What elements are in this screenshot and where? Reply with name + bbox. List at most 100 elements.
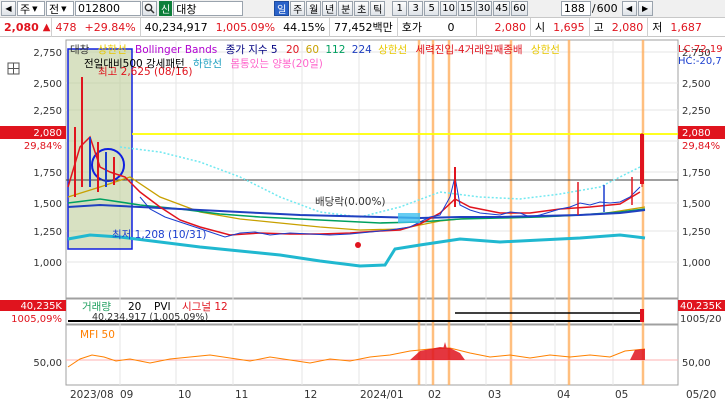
legend-item-upper-limit-2[interactable]: 상한선 <box>378 44 407 56</box>
open-price: 1,695 <box>553 20 585 34</box>
trade-amount: 77,452백만 <box>329 17 397 37</box>
interval-5-button[interactable]: 5 <box>424 1 440 16</box>
arrow-up-icon: ▲ <box>42 21 51 33</box>
indicator-legend-line2: 전일대비500 강세패턴 하한선 몸통있는 양봉(20일) <box>84 56 328 71</box>
legend-item-ma224[interactable]: 224 <box>352 44 372 56</box>
dividend-annotation: 배당락(0.00%) <box>315 196 386 208</box>
period-tab-second[interactable]: 초 <box>354 1 370 16</box>
turnover-ratio: 44.15% <box>283 20 326 34</box>
legend-item-lower-limit[interactable]: 하한선 <box>193 58 222 70</box>
price-panel-frame <box>65 39 679 299</box>
period-tab-tick[interactable]: 틱 <box>370 1 386 16</box>
hoga-price: 2,080 <box>476 17 530 37</box>
period-tab-day[interactable]: 일 <box>274 1 290 16</box>
legend-item-upper-limit[interactable]: 상한선 <box>98 44 127 56</box>
right-current-pct: 29,84% <box>682 141 720 152</box>
change-percent: +29.84% <box>84 20 136 34</box>
mfi-right-tick: 50,00 <box>682 358 711 369</box>
price-chart-svg[interactable]: 2,750 2,500 2,250 1,750 1,500 1,250 1,00… <box>0 37 725 405</box>
x-label: 02 <box>428 389 441 401</box>
back-arrow-button[interactable]: ◀ <box>1 1 16 16</box>
tick-label: 2,500 <box>682 79 711 90</box>
tick-label: 2,250 <box>33 106 62 117</box>
x-label: 11 <box>235 389 248 401</box>
search-button[interactable] <box>142 1 157 16</box>
stock-code-value: 012800 <box>78 2 120 15</box>
x-label: 12 <box>304 389 317 401</box>
interval-1-button[interactable]: 1 <box>392 1 408 16</box>
toolbar: ◀ 주 ▼ 전 ▼ 012800 신 대창 일 주 월 년 분 초 틱 1 3 … <box>0 0 725 18</box>
x-label: 2024/01 <box>360 389 404 401</box>
legend-item-ma60[interactable]: 60 <box>306 44 319 56</box>
stock-name-value: 대창 <box>176 2 197 16</box>
x-label: 05 <box>615 389 628 401</box>
market-select[interactable]: 전 ▼ <box>46 1 74 16</box>
total-count: 600 <box>596 2 618 15</box>
signal-label: 시그널 12 <box>182 301 228 313</box>
right-current-price: 2,080 <box>682 128 711 139</box>
left-current-pct: 29,84% <box>24 141 62 152</box>
interval-45-button[interactable]: 45 <box>493 1 511 16</box>
tick-label: 2,250 <box>682 106 711 117</box>
nav-right-button[interactable]: ▶ <box>637 1 653 16</box>
period-tab-month[interactable]: 월 <box>306 1 322 16</box>
display-count-input[interactable]: 188 <box>560 1 591 16</box>
period-mode-select[interactable]: 주 ▼ <box>17 1 45 16</box>
market-value: 전 <box>49 2 60 16</box>
nav-left-button[interactable]: ◀ <box>621 1 637 16</box>
interval-15-button[interactable]: 15 <box>457 1 475 16</box>
stock-code-input[interactable]: 012800 <box>75 1 141 16</box>
right-volume-value: 40,235K <box>680 301 722 312</box>
tick-label: 1,750 <box>33 168 62 179</box>
x-label: 10 <box>178 389 191 401</box>
tick-label: 1,250 <box>33 227 62 238</box>
legend-item-upper-limit-3[interactable]: 상한선 <box>531 44 560 56</box>
x-axis-labels: 2023/08 09 10 11 12 2024/01 02 03 04 05 … <box>70 389 716 401</box>
left-volume-pct: 1005,09% <box>11 314 62 325</box>
tick-label: 1,000 <box>33 258 62 269</box>
legend-item-stock[interactable]: 대창 <box>70 44 89 56</box>
period-tab-minute[interactable]: 분 <box>338 1 354 16</box>
x-label: 04 <box>557 389 571 401</box>
magnifier-icon <box>144 3 155 14</box>
high-label: 고 <box>588 17 608 37</box>
left-price-axis: 2,750 2,500 2,250 1,750 1,500 1,250 1,00… <box>33 48 62 269</box>
chart-area[interactable]: 2,750 2,500 2,250 1,750 1,500 1,250 1,00… <box>0 37 725 405</box>
current-price: 2,080 <box>4 20 39 34</box>
slash-separator: / <box>591 2 596 15</box>
display-count-value: 188 <box>563 2 585 15</box>
interval-60-button[interactable]: 60 <box>511 1 528 16</box>
hc-label: HC:-20,7 <box>678 56 722 67</box>
interval-10-button[interactable]: 10 <box>440 1 457 16</box>
high-price: 2,080 <box>611 20 644 34</box>
interval-30-button[interactable]: 30 <box>475 1 493 16</box>
period-mode-value: 주 <box>20 2 31 16</box>
low-annotation: 최저 1,208 (10/31) <box>112 229 207 241</box>
volume-value: 40,234,917 <box>139 17 212 37</box>
legend-item-bollinger[interactable]: Bollinger Bands <box>135 44 217 56</box>
low-price: 1,687 <box>670 20 702 34</box>
tick-label: 1,250 <box>682 227 711 238</box>
red-dot-marker <box>355 242 361 248</box>
legend-item-bullish-candle[interactable]: 몸통있는 양봉(20일) <box>230 58 323 70</box>
last-volume-bar <box>640 309 644 322</box>
grid-settings-icon[interactable] <box>7 62 20 75</box>
volume-ratio: 1,005.09% <box>215 20 276 34</box>
legend-item-ma112[interactable]: 112 <box>325 44 345 56</box>
lc-label: LC:72,19 <box>678 44 723 55</box>
x-label: 03 <box>488 389 501 401</box>
interval-3-button[interactable]: 3 <box>408 1 424 16</box>
legend-item-ma20[interactable]: 20 <box>286 44 299 56</box>
period-tab-week[interactable]: 주 <box>290 1 306 16</box>
tick-label: 1,500 <box>682 199 711 210</box>
legend-item-strong-pattern[interactable]: 전일대비500 강세패턴 <box>84 58 185 70</box>
legend-item-power-entry[interactable]: 세력진입-4거래일째종배 <box>415 44 522 56</box>
stock-name-field[interactable]: 대창 <box>173 1 244 16</box>
period-tab-year[interactable]: 년 <box>322 1 338 16</box>
tick-label: 1,000 <box>682 258 711 269</box>
cyan-marker <box>398 213 420 223</box>
legend-item-close-ma5[interactable]: 종가 지수 5 <box>226 44 278 56</box>
x-label: 09 <box>120 389 133 401</box>
chevron-down-icon: ▼ <box>32 4 38 13</box>
right-price-axis: 2,750 2,500 2,250 1,750 1,500 1,250 1,00… <box>682 48 711 269</box>
